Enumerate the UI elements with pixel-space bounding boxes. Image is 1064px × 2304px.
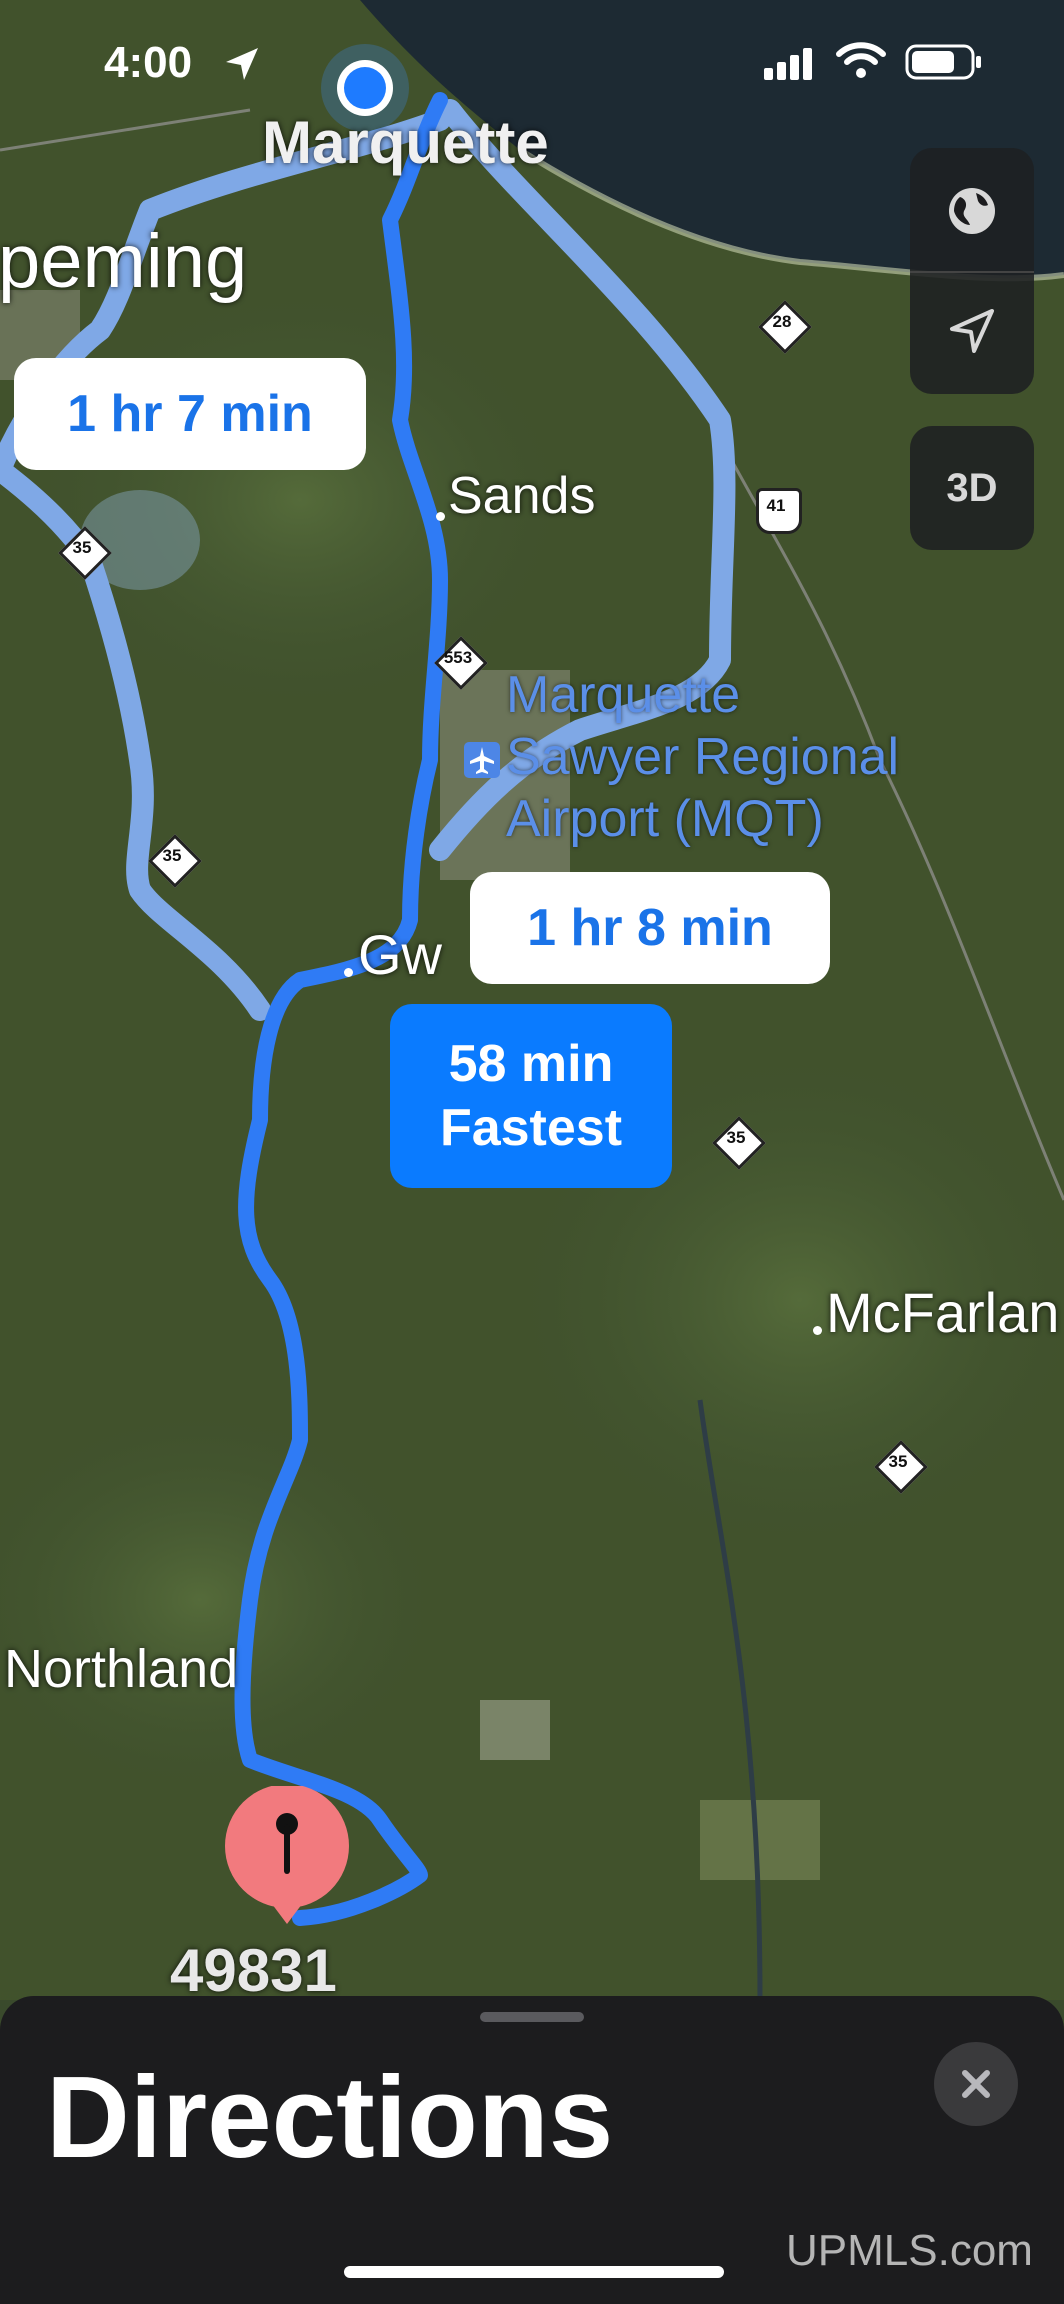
- route-option-time: 58 min: [448, 1035, 614, 1093]
- place-gwinn[interactable]: Gw: [358, 922, 442, 987]
- shield-number: 35: [888, 1452, 908, 1471]
- close-button[interactable]: [934, 2042, 1018, 2126]
- route-option-1hr8[interactable]: 1 hr 8 min: [470, 872, 830, 984]
- three-d-label: 3D: [946, 465, 998, 510]
- battery-icon: [905, 44, 981, 80]
- destination-pin[interactable]: [222, 1784, 352, 1926]
- airport-label-line3: Airport (MQT): [506, 790, 824, 848]
- map-controls: [910, 148, 1034, 394]
- airport-label-line1: Marquette: [506, 666, 741, 724]
- home-indicator[interactable]: [344, 2266, 724, 2278]
- close-icon: [962, 2070, 990, 2098]
- globe-icon: [949, 188, 995, 234]
- place-sands[interactable]: Sands: [448, 466, 595, 526]
- shield-number: 35: [162, 846, 182, 865]
- airport-label-line2: Sawyer Regional: [506, 728, 900, 786]
- status-time: 4:00: [104, 38, 193, 87]
- airport-label[interactable]: Marquette Sawyer Regional Airport (MQT): [506, 664, 899, 850]
- state-route-shield: 35: [148, 834, 202, 888]
- map-mode-button[interactable]: [910, 148, 1034, 274]
- place-marquette[interactable]: Marquette: [262, 108, 549, 177]
- route-option-time: 1 hr 7 min: [67, 385, 313, 443]
- route-option-time: 1 hr 8 min: [527, 899, 773, 957]
- state-route-shield: 28: [758, 300, 812, 354]
- route-option-fastest[interactable]: 58 min Fastest: [390, 1004, 672, 1188]
- state-route-shield: 35: [58, 526, 112, 580]
- place-dot-mcfarland: [813, 1326, 822, 1335]
- us-route-shield: 41: [752, 484, 802, 534]
- cellular-signal-icon: [764, 48, 812, 80]
- track-location-button[interactable]: [910, 268, 1034, 394]
- state-route-shield: 35: [712, 1116, 766, 1170]
- place-dot-gwinn: [344, 968, 353, 977]
- route-option-1hr7[interactable]: 1 hr 7 min: [14, 358, 366, 470]
- watermark: UPMLS.com: [786, 2226, 1033, 2275]
- shield-number: 35: [72, 538, 92, 557]
- sheet-grabber[interactable]: [480, 2012, 584, 2022]
- shield-number: 41: [766, 496, 786, 515]
- state-route-shield: 553: [434, 636, 488, 690]
- place-dot-sands: [436, 512, 445, 521]
- shield-number: 35: [726, 1128, 746, 1147]
- location-arrow-icon: [950, 309, 994, 353]
- shield-number: 553: [443, 648, 473, 667]
- sheet-title: Directions: [46, 2052, 614, 2182]
- airport-icon: [464, 742, 500, 778]
- pin-icon: [225, 1784, 349, 1924]
- location-arrow-icon: [226, 48, 258, 80]
- wifi-icon: [836, 42, 886, 78]
- status-bar: 4:00: [0, 30, 1064, 100]
- place-mcfarland[interactable]: McFarlan: [826, 1280, 1059, 1345]
- shield-number: 28: [772, 312, 792, 331]
- state-route-shield: 35: [874, 1440, 928, 1494]
- place-northland[interactable]: Northland: [4, 1638, 238, 1700]
- three-d-button[interactable]: 3D: [910, 426, 1034, 550]
- place-ishpeming[interactable]: peming: [0, 218, 247, 305]
- route-option-tag: Fastest: [439, 1099, 623, 1157]
- destination-label[interactable]: 49831: [170, 1936, 337, 2005]
